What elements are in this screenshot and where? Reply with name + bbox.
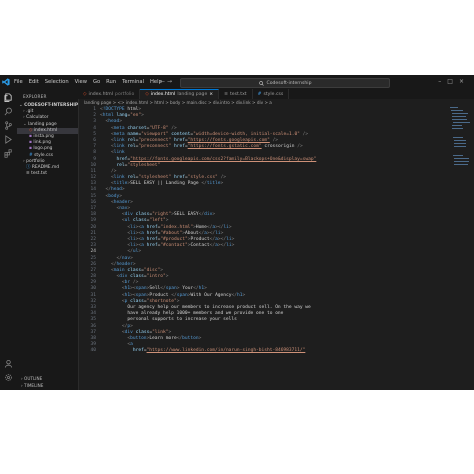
vscode-window: File Edit Selection View Go Run Terminal… [0,75,474,390]
html-file-icon: ◇ [29,127,33,133]
tree-item-test-txt[interactable]: ≡ test.txt [17,171,78,177]
back-arrow-icon[interactable]: ← [160,78,165,85]
tree-item-label: .git [26,109,34,115]
tree-item-label: landing page [28,121,57,127]
forward-arrow-icon[interactable]: → [167,78,172,85]
tab-test-txt[interactable]: ≡ test.txt [219,89,253,99]
tab-style-css[interactable]: # style.css [253,89,290,99]
tab-label: index.html [88,91,114,97]
timeline-label: TIMELINE [24,383,44,388]
activity-bar [0,89,18,390]
run-debug-icon[interactable] [4,135,13,144]
css-file-icon: # [29,152,33,158]
tab-detail: landing page [177,92,208,97]
code-text: href="https://www.linkedin.com/in/narun-… [132,348,306,354]
extensions-icon[interactable] [4,149,13,158]
html-file-icon: ◇ [83,91,87,97]
code-editor[interactable]: 1 <!DOCTYPE html> 2 <html lang="en"> 3 <head… [78,107,474,355]
html-file-icon: ◇ [145,92,149,97]
file-tree: ⌄ CODESOFT-INTERSHIP › .git › Calculator… [17,103,78,177]
code-line[interactable]: 40 href="https://www.linkedin.com/in/nar… [78,348,474,354]
image-file-icon: ▪ [29,146,32,152]
maximize-icon[interactable]: □ [447,78,459,85]
editor-tabs: ◇ index.html portfolio ◇ index.html land… [78,89,474,99]
tree-item-label: link.png [33,140,51,146]
chevron-down-icon: ⌄ [23,121,27,127]
close-icon[interactable]: × [209,92,213,97]
outline-section[interactable]: › OUTLINE [17,376,42,381]
code-text: <link rel="preconnect" href="https://fon… [110,144,303,150]
nav-arrows: ← → [160,78,172,85]
tree-item-label: README.md [31,164,60,170]
gear-icon[interactable] [4,373,13,382]
search-icon[interactable] [4,107,13,116]
account-icon[interactable] [4,359,13,368]
chevron-right-icon: › [23,109,25,115]
command-center-text: Codesoft-internship [266,80,312,86]
line-number: 40 [90,348,96,354]
menu-go[interactable]: Go [93,79,100,85]
command-center[interactable]: Codesoft-internship [180,78,390,88]
text-file-icon: ≡ [26,171,30,177]
breadcrumb[interactable]: landing page > <> index.html > html > bo… [84,99,272,107]
tree-item-label: portfolio [26,158,45,164]
tab-detail: portfolio [115,91,135,97]
chevron-down-icon: ⌄ [19,103,23,108]
window-controls: –□× [438,78,470,85]
tab-index-portfolio[interactable]: ◇ index.html portfolio [78,89,141,99]
explorer-title: EXPLORER [23,94,47,99]
menu-edit[interactable]: Edit [29,79,39,85]
menu-bar: File Edit Selection View Go Run Terminal… [14,75,162,89]
tree-root-label: CODESOFT-INTERSHIP [24,103,79,108]
image-file-icon: ▪ [29,140,32,146]
chevron-right-icon: › [23,158,25,164]
text-file-icon: ≡ [224,91,228,97]
tree-item-label: insta.png [33,133,54,139]
chevron-right-icon: › [21,376,23,381]
source-control-icon[interactable] [4,121,13,130]
menu-selection[interactable]: Selection [45,79,69,85]
chevron-right-icon: › [23,115,25,121]
timeline-section[interactable]: › TIMELINE [17,383,43,388]
tab-index-landing[interactable]: ◇ index.html landing page × [140,89,220,99]
editor-area: ◇ index.html portfolio ◇ index.html land… [78,89,474,390]
tree-item-label: index.html [33,127,58,133]
minimize-icon[interactable]: – [438,78,447,85]
tab-label: style.css [263,91,284,97]
close-icon[interactable]: × [459,78,470,85]
css-file-icon: # [257,91,262,97]
menu-file[interactable]: File [14,79,23,85]
vscode-logo-icon [2,78,10,86]
menu-run[interactable]: Run [106,79,116,85]
outline-label: OUTLINE [24,376,43,381]
explorer-sidebar: EXPLORER ⌄ CODESOFT-INTERSHIP › .git › C… [17,89,79,390]
tree-item-label: test.txt [31,171,47,177]
title-bar: File Edit Selection View Go Run Terminal… [0,75,474,89]
menu-terminal[interactable]: Terminal [122,79,144,85]
tree-item-label: style.css [34,152,54,158]
chevron-right-icon: › [21,383,23,388]
tree-item-label: Calculator [26,115,49,121]
search-icon [258,80,264,86]
explorer-icon[interactable] [4,93,13,102]
menu-view[interactable]: View [75,79,87,85]
info-icon: ⓘ [26,164,31,170]
tab-label: index.html [150,92,176,97]
image-file-icon: ▪ [29,133,32,139]
minimap[interactable] [450,107,470,257]
tree-item-label: logo.png [33,146,53,152]
tab-label: test.txt [230,91,247,97]
